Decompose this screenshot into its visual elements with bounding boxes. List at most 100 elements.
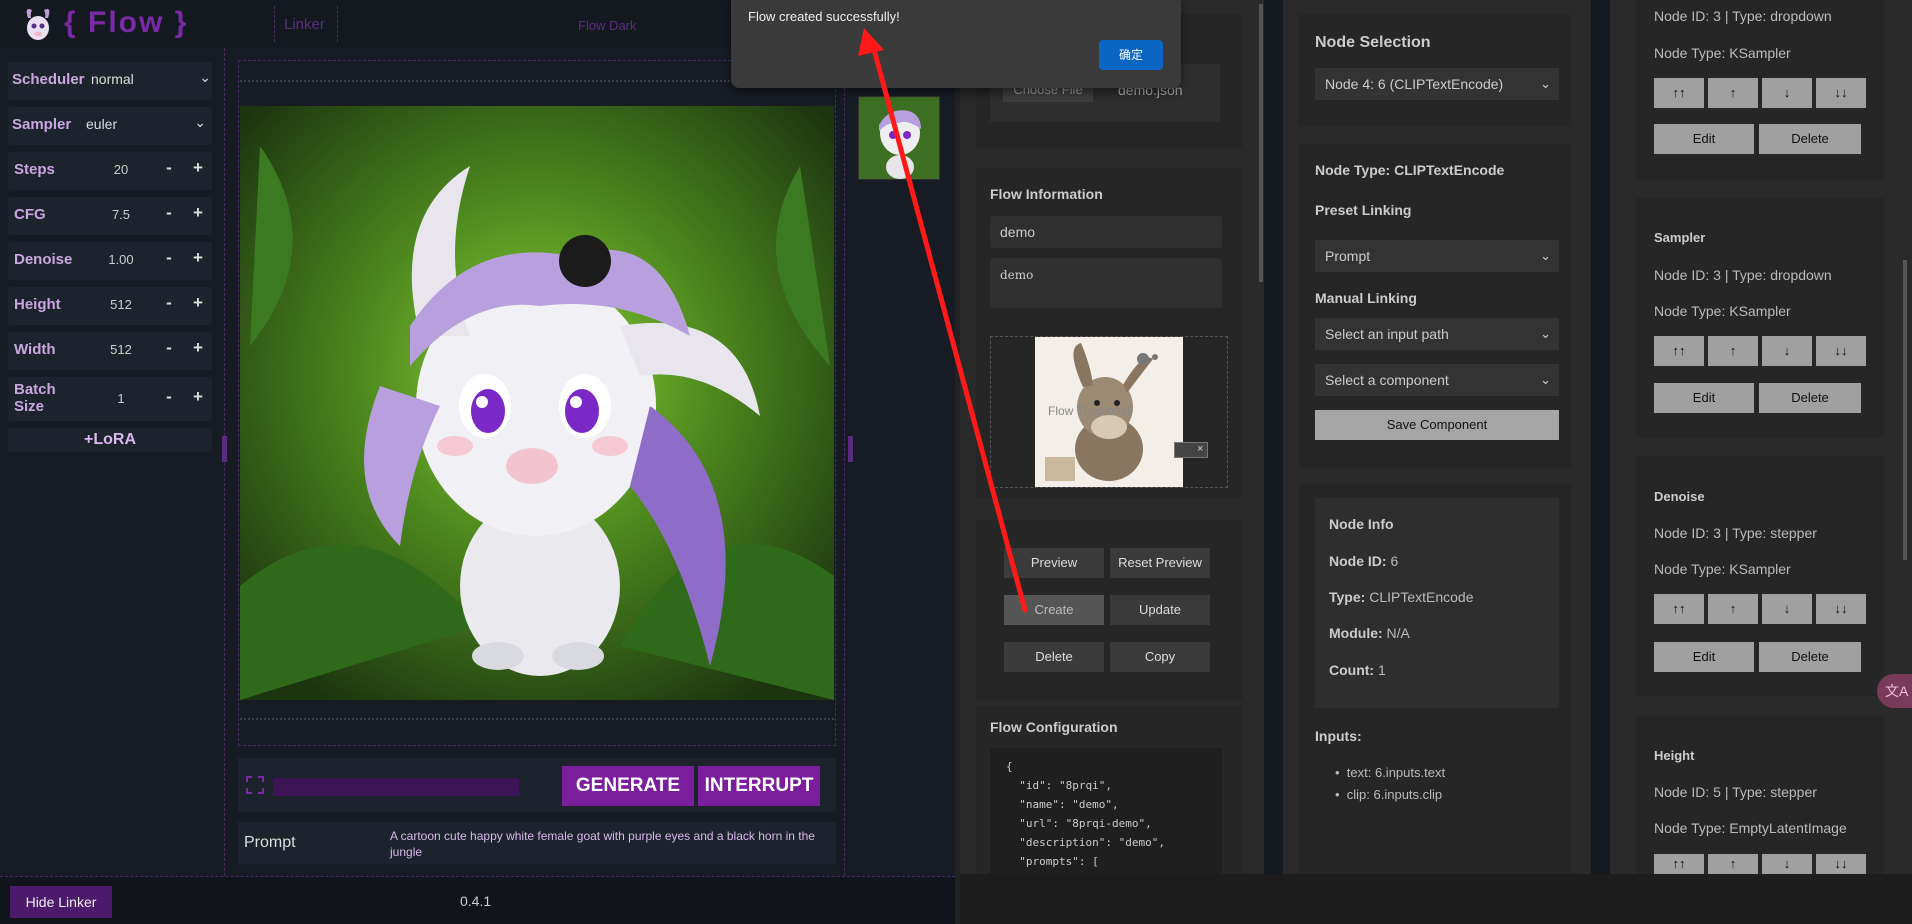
translate-icon[interactable]: 文A bbox=[1877, 674, 1912, 708]
height-label: Height bbox=[14, 296, 61, 313]
move-down-button[interactable]: ↓ bbox=[1762, 594, 1812, 624]
move-up-button[interactable]: ↑ bbox=[1708, 854, 1758, 874]
generate-button[interactable]: GENERATE bbox=[562, 766, 694, 806]
add-lora-button[interactable]: +LoRA bbox=[8, 428, 212, 452]
theme-selector[interactable]: Flow Dark bbox=[578, 18, 637, 33]
fullscreen-icon[interactable] bbox=[246, 776, 264, 794]
move-down-button[interactable]: ↓ bbox=[1762, 78, 1812, 108]
generated-image-thumbnail[interactable] bbox=[858, 96, 940, 180]
chevron-down-icon: ⌄ bbox=[194, 114, 206, 130]
height-increment-button[interactable]: + bbox=[190, 293, 206, 313]
delete-component-button[interactable]: Delete bbox=[1759, 124, 1861, 154]
delete-flow-button[interactable]: Delete bbox=[1004, 642, 1104, 672]
move-bottom-button[interactable]: ↓↓ bbox=[1816, 78, 1866, 108]
generation-controls: Scheduler normal ⌄ Sampler euler ⌄ Steps… bbox=[8, 62, 212, 452]
move-down-button[interactable]: ↓ bbox=[1762, 854, 1812, 874]
component-node-type: Node Type: EmptyLatentImage bbox=[1654, 820, 1847, 836]
edit-component-button[interactable]: Edit bbox=[1654, 383, 1754, 413]
json-line: "id": "8prqi", bbox=[1006, 779, 1112, 792]
batch-size-stepper: Batch Size 1 - + bbox=[8, 377, 212, 421]
height-value[interactable]: 512 bbox=[96, 297, 146, 312]
cfg-increment-button[interactable]: + bbox=[190, 203, 206, 223]
denoise-decrement-button[interactable]: - bbox=[161, 248, 177, 268]
chevron-down-icon: ⌄ bbox=[1540, 76, 1551, 91]
steps-value[interactable]: 20 bbox=[96, 162, 146, 177]
hide-linker-button[interactable]: Hide Linker bbox=[10, 886, 112, 918]
thumbnail-remove-control[interactable]: × bbox=[1174, 442, 1208, 458]
node-info-title: Node Info bbox=[1329, 516, 1394, 532]
width-increment-button[interactable]: + bbox=[190, 338, 206, 358]
generation-bar: GENERATE INTERRUPT bbox=[238, 758, 836, 812]
copy-flow-button[interactable]: Copy bbox=[1110, 642, 1210, 672]
move-bottom-button[interactable]: ↓↓ bbox=[1816, 854, 1866, 874]
move-top-button[interactable]: ↑↑ bbox=[1654, 78, 1704, 108]
dotted-guide bbox=[240, 718, 834, 720]
steps-decrement-button[interactable]: - bbox=[161, 158, 177, 178]
preview-button[interactable]: Preview bbox=[1004, 548, 1104, 578]
prompt-textarea[interactable]: A cartoon cute happy white female goat w… bbox=[390, 828, 826, 860]
left-resize-handle[interactable] bbox=[222, 436, 227, 462]
close-icon[interactable]: × bbox=[1197, 443, 1203, 455]
component-title: Sampler bbox=[1654, 230, 1706, 245]
width-decrement-button[interactable]: - bbox=[161, 338, 177, 358]
cfg-value[interactable]: 7.5 bbox=[96, 207, 146, 222]
node-count-key: Count: bbox=[1329, 662, 1375, 678]
node-input-text: clip: 6.inputs.clip bbox=[1346, 787, 1443, 802]
delete-component-button[interactable]: Delete bbox=[1759, 383, 1861, 413]
interrupt-button[interactable]: INTERRUPT bbox=[698, 766, 820, 806]
chevron-down-icon: ⌄ bbox=[1540, 248, 1551, 263]
batch-size-value[interactable]: 1 bbox=[96, 391, 146, 406]
component-node-type: Node Type: KSampler bbox=[1654, 561, 1791, 577]
move-up-button[interactable]: ↑ bbox=[1708, 336, 1758, 366]
column-divider bbox=[844, 48, 845, 876]
component-select[interactable]: Select a component ⌄ bbox=[1315, 364, 1559, 396]
success-alert-dialog: Flow created successfully! 确定 bbox=[731, 0, 1181, 88]
denoise-increment-button[interactable]: + bbox=[190, 248, 206, 268]
edit-component-button[interactable]: Edit bbox=[1654, 642, 1754, 672]
components-panel-scrollbar[interactable] bbox=[1903, 260, 1907, 560]
denoise-value[interactable]: 1.00 bbox=[96, 252, 146, 267]
input-path-select[interactable]: Select an input path ⌄ bbox=[1315, 318, 1559, 350]
node-input-item: • text: 6.inputs.text bbox=[1335, 765, 1446, 780]
flow-panel-scrollbar[interactable] bbox=[1259, 4, 1263, 282]
scheduler-select[interactable]: normal ⌄ bbox=[91, 69, 213, 91]
move-up-button[interactable]: ↑ bbox=[1708, 78, 1758, 108]
preset-linking-value: Prompt bbox=[1325, 248, 1371, 264]
move-bottom-button[interactable]: ↓↓ bbox=[1816, 336, 1866, 366]
scheduler-label: Scheduler bbox=[12, 71, 85, 88]
cfg-decrement-button[interactable]: - bbox=[161, 203, 177, 223]
height-stepper: Height 512 - + bbox=[8, 287, 212, 325]
denoise-stepper: Denoise 1.00 - + bbox=[8, 242, 212, 280]
height-decrement-button[interactable]: - bbox=[161, 293, 177, 313]
prompt-label: Prompt bbox=[244, 834, 296, 851]
node-select[interactable]: Node 4: 6 (CLIPTextEncode) ⌄ bbox=[1315, 68, 1559, 100]
sampler-label: Sampler bbox=[12, 116, 72, 133]
steps-increment-button[interactable]: + bbox=[190, 158, 206, 178]
save-component-button[interactable]: Save Component bbox=[1315, 410, 1559, 440]
move-top-button[interactable]: ↑↑ bbox=[1654, 336, 1704, 366]
preset-linking-select[interactable]: Prompt ⌄ bbox=[1315, 240, 1559, 272]
move-top-button[interactable]: ↑↑ bbox=[1654, 594, 1704, 624]
right-resize-handle[interactable] bbox=[848, 436, 853, 462]
generated-image[interactable] bbox=[240, 106, 834, 700]
create-button[interactable]: Create bbox=[1004, 595, 1104, 625]
update-button[interactable]: Update bbox=[1110, 595, 1210, 625]
edit-component-button[interactable]: Edit bbox=[1654, 124, 1754, 154]
move-up-button[interactable]: ↑ bbox=[1708, 594, 1758, 624]
flow-description-textarea[interactable]: demo bbox=[990, 258, 1222, 308]
move-top-button[interactable]: ↑↑ bbox=[1654, 854, 1704, 874]
flow-name-input[interactable]: demo bbox=[990, 216, 1222, 248]
move-bottom-button[interactable]: ↓↓ bbox=[1816, 594, 1866, 624]
batch-size-decrement-button[interactable]: - bbox=[161, 387, 177, 407]
delete-component-button[interactable]: Delete bbox=[1759, 642, 1861, 672]
cfg-label: CFG bbox=[14, 206, 46, 223]
alert-ok-button[interactable]: 确定 bbox=[1099, 40, 1163, 70]
component-title: Denoise bbox=[1654, 489, 1705, 504]
width-value[interactable]: 512 bbox=[96, 342, 146, 357]
batch-size-increment-button[interactable]: + bbox=[190, 387, 206, 407]
move-down-button[interactable]: ↓ bbox=[1762, 336, 1812, 366]
goat-logo-icon bbox=[26, 9, 50, 40]
reset-preview-button[interactable]: Reset Preview bbox=[1110, 548, 1210, 578]
sampler-select[interactable]: euler ⌄ bbox=[86, 114, 208, 136]
linker-link[interactable]: Linker bbox=[284, 16, 325, 33]
